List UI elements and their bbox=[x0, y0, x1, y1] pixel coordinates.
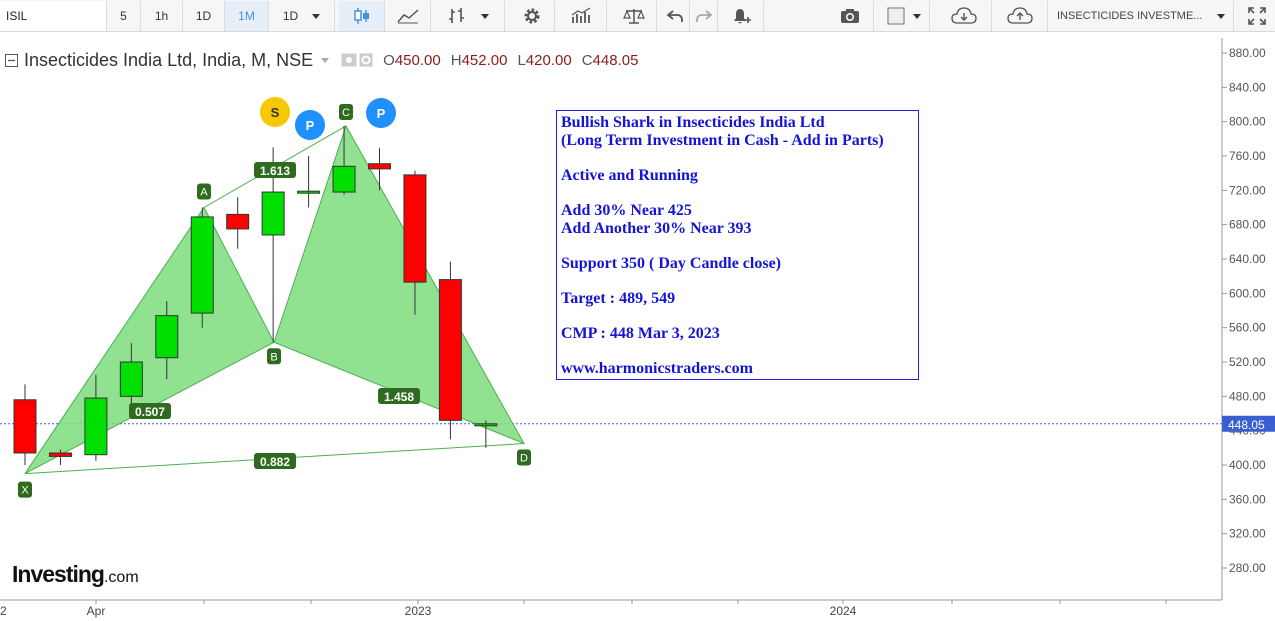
candle bbox=[297, 156, 321, 208]
marker-p: P bbox=[306, 118, 315, 133]
candle-body bbox=[84, 397, 108, 456]
candle-body bbox=[474, 423, 498, 427]
y-tick-label: 840.00 bbox=[1229, 80, 1266, 94]
candle-body bbox=[48, 452, 72, 457]
settings-small-icon[interactable] bbox=[359, 53, 373, 67]
ratio-label: 0.507 bbox=[135, 405, 165, 419]
x-tick-label: 2023 bbox=[405, 604, 432, 618]
y-tick-label: 280.00 bbox=[1229, 561, 1266, 575]
last-price-label: 448.05 bbox=[1228, 418, 1265, 432]
pattern-point-b: B bbox=[270, 351, 277, 363]
y-tick-label: 560.00 bbox=[1229, 321, 1266, 335]
candle bbox=[438, 261, 462, 440]
pattern-point-a: A bbox=[200, 187, 208, 199]
candle-body bbox=[261, 191, 285, 236]
chart-header: Insecticides India Ltd, India, M, NSE O4… bbox=[5, 49, 638, 71]
close-value: C448.05 bbox=[581, 51, 639, 69]
annotation-line: www.harmonicstraders.com bbox=[561, 360, 753, 377]
chevron-down-icon[interactable] bbox=[321, 57, 330, 63]
y-tick-label: 600.00 bbox=[1229, 286, 1266, 300]
investing-logo: Investing.com bbox=[12, 561, 139, 587]
eye-icon[interactable] bbox=[341, 53, 357, 67]
candle-body bbox=[438, 279, 462, 421]
marker-p: P bbox=[377, 106, 386, 121]
pattern-triangle-xab bbox=[24, 206, 275, 475]
ratio-label: 0.882 bbox=[260, 455, 290, 469]
ratio-label: 1.613 bbox=[260, 164, 290, 178]
annotation-line: Add Another 30% Near 393 bbox=[561, 220, 752, 237]
candle bbox=[190, 207, 214, 328]
y-tick-label: 480.00 bbox=[1229, 389, 1266, 403]
candle-body bbox=[119, 361, 143, 397]
x-tick-label: 2 bbox=[0, 604, 7, 618]
y-tick-label: 720.00 bbox=[1229, 183, 1266, 197]
open-value: O450.00 bbox=[383, 51, 441, 69]
y-tick-label: 360.00 bbox=[1229, 492, 1266, 506]
annotation-line: Bullish Shark in Insecticides India Ltd bbox=[561, 114, 825, 131]
candle-body bbox=[226, 213, 250, 230]
y-tick-label: 400.00 bbox=[1229, 458, 1266, 472]
candle-body bbox=[403, 174, 427, 283]
chart-title: Insecticides India Ltd, India, M, NSE bbox=[24, 49, 314, 70]
candle-body bbox=[190, 216, 214, 314]
ratio-label: 1.458 bbox=[384, 390, 414, 404]
annotation-line: Target : 489, 549 bbox=[561, 290, 676, 307]
annotation-line: Support 350 ( Day Candle close) bbox=[561, 255, 782, 272]
candle-body bbox=[297, 190, 321, 194]
pattern-point-d: D bbox=[520, 453, 528, 465]
pattern-point-x: X bbox=[21, 485, 29, 497]
x-tick-label: Apr bbox=[87, 604, 106, 618]
pattern-point-c: C bbox=[342, 107, 350, 119]
annotation-line: Active and Running bbox=[561, 167, 698, 184]
low-value: L420.00 bbox=[517, 51, 572, 69]
x-tick-label: 2024 bbox=[830, 604, 857, 618]
candle bbox=[13, 384, 37, 465]
annotation-line: Add 30% Near 425 bbox=[561, 202, 692, 219]
high-value: H452.00 bbox=[450, 51, 508, 69]
y-tick-label: 880.00 bbox=[1229, 46, 1266, 60]
candle bbox=[226, 197, 250, 249]
y-tick-label: 320.00 bbox=[1229, 527, 1266, 541]
y-tick-label: 520.00 bbox=[1229, 355, 1266, 369]
candle bbox=[474, 420, 498, 448]
y-tick-label: 640.00 bbox=[1229, 252, 1266, 266]
collapse-icon[interactable] bbox=[5, 53, 18, 67]
y-tick-label: 760.00 bbox=[1229, 149, 1266, 163]
candle-body bbox=[13, 399, 37, 454]
candle-body bbox=[332, 165, 356, 193]
candle-body bbox=[155, 315, 179, 359]
y-tick-label: 800.00 bbox=[1229, 115, 1266, 129]
annotation-line: (Long Term Investment in Cash - Add in P… bbox=[561, 132, 884, 149]
marker-s: S bbox=[271, 105, 280, 120]
analysis-annotation-box: Bullish Shark in Insecticides India Ltd … bbox=[556, 110, 919, 380]
annotation-line: CMP : 448 Mar 3, 2023 bbox=[561, 325, 720, 342]
candle-body bbox=[368, 163, 391, 170]
y-tick-label: 680.00 bbox=[1229, 218, 1266, 232]
